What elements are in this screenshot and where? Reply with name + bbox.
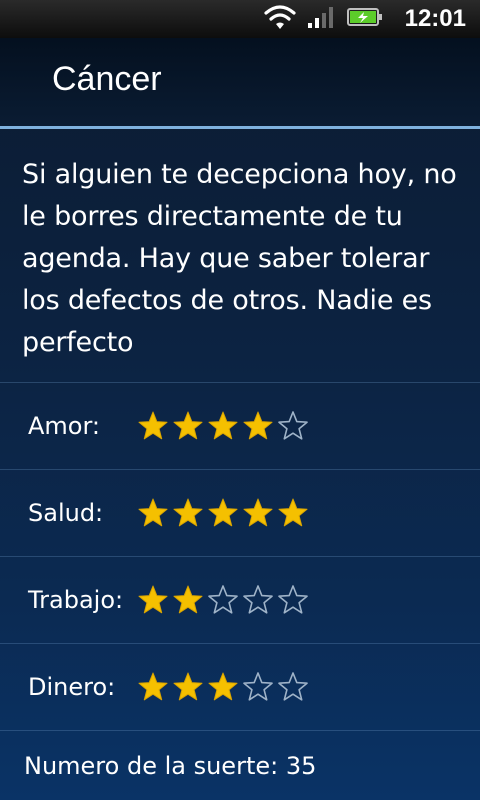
star-filled-icon xyxy=(208,672,238,701)
status-bar: 12:01 xyxy=(0,0,480,38)
clock: 12:01 xyxy=(404,5,466,32)
rating-stars xyxy=(137,410,309,442)
star-filled-icon xyxy=(208,498,238,527)
star-empty-icon xyxy=(243,672,273,701)
rating-stars xyxy=(137,671,309,703)
star-filled-icon xyxy=(278,498,308,527)
star-empty-icon xyxy=(278,411,308,440)
star-filled-icon xyxy=(173,411,203,440)
wifi-icon xyxy=(263,3,297,36)
star-filled-icon xyxy=(138,411,168,440)
rating-stars xyxy=(137,584,309,616)
rating-row-trabajo: Trabajo: xyxy=(0,557,480,643)
prediction-text: Si alguien te decepciona hoy, no le borr… xyxy=(22,159,457,358)
rating-label: Trabajo: xyxy=(28,586,124,614)
star-filled-icon xyxy=(138,585,168,614)
star-filled-icon xyxy=(173,672,203,701)
star-empty-icon xyxy=(278,585,308,614)
rating-label: Salud: xyxy=(28,499,104,527)
star-filled-icon xyxy=(173,498,203,527)
star-filled-icon xyxy=(138,498,168,527)
star-filled-icon xyxy=(138,672,168,701)
rating-row-amor: Amor: xyxy=(0,383,480,469)
rating-row-dinero: Dinero: xyxy=(0,644,480,730)
star-empty-icon xyxy=(243,585,273,614)
star-filled-icon xyxy=(173,585,203,614)
star-empty-icon xyxy=(278,672,308,701)
rating-row-salud: Salud: xyxy=(0,470,480,556)
star-filled-icon xyxy=(243,411,273,440)
battery-charging-icon xyxy=(346,6,383,33)
status-icons: 12:01 xyxy=(263,0,466,38)
star-empty-icon xyxy=(208,585,238,614)
title-bar: Cáncer xyxy=(0,38,480,126)
rating-label: Amor: xyxy=(28,412,101,440)
star-filled-icon xyxy=(208,411,238,440)
lucky-number: Numero de la suerte: 35 xyxy=(24,752,317,780)
row-divider xyxy=(0,730,480,731)
page-title: Cáncer xyxy=(52,60,162,98)
horoscope-screen: 12:01 Cáncer Si alguien te decepciona ho… xyxy=(0,0,480,800)
rating-label: Dinero: xyxy=(28,673,116,701)
rating-stars xyxy=(137,497,309,529)
title-divider xyxy=(0,126,480,129)
star-filled-icon xyxy=(243,498,273,527)
signal-icon xyxy=(307,5,337,34)
